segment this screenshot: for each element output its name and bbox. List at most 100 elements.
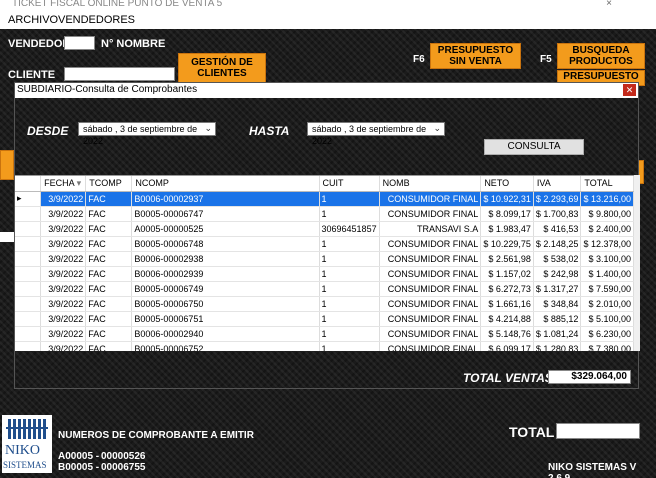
desde-date-value: sábado , 3 de septiembre de 2022 bbox=[83, 124, 198, 146]
cell-fecha: 3/9/2022 bbox=[40, 311, 87, 327]
row-selector[interactable] bbox=[15, 206, 42, 222]
cell-tcomp: FAC bbox=[85, 296, 133, 312]
row-selector[interactable] bbox=[15, 236, 42, 252]
main-close-icon[interactable]: × bbox=[606, 0, 612, 9]
nombre-label: N° NOMBRE bbox=[101, 38, 166, 50]
table-row[interactable]: 3/9/2022 FAC B0006-00002939 1 CONSUMIDOR FIN… bbox=[15, 266, 634, 282]
hasta-date-picker[interactable]: sábado , 3 de septiembre de 2022 ⌄ bbox=[307, 122, 445, 146]
cell-cuit: 1 bbox=[319, 311, 380, 327]
row-selector[interactable] bbox=[15, 251, 42, 267]
cell-iva: $ 348,84 bbox=[533, 296, 582, 312]
desde-date-picker[interactable]: sábado , 3 de septiembre de 2022 ⌄ bbox=[78, 122, 216, 146]
cell-nomb: CONSUMIDOR FINAL bbox=[379, 251, 482, 267]
cell-tcomp: FAC bbox=[85, 281, 133, 297]
cell-iva: $ 416,53 bbox=[533, 221, 582, 237]
cell-ncomp: A0005-00000525 bbox=[131, 221, 320, 237]
f5-label: F5 bbox=[540, 54, 552, 65]
table-row[interactable]: 3/9/2022 FAC A0005-00000525 30696451857 TRAN… bbox=[15, 221, 634, 237]
col-header-fecha[interactable]: FECHA ▾ bbox=[40, 176, 87, 192]
col-header-iva[interactable]: IVA bbox=[533, 176, 582, 192]
presupuesto-sin-venta-button[interactable]: PRESUPUESTO SIN VENTA bbox=[430, 43, 521, 69]
vendedor-input[interactable] bbox=[64, 36, 95, 50]
gestion-clientes-button[interactable]: GESTIÓN DE CLIENTES bbox=[178, 53, 266, 83]
cell-total: $ 6.230,00 bbox=[580, 326, 634, 342]
cell-cuit: 1 bbox=[319, 281, 380, 297]
col-header-tcomp[interactable]: TCOMP bbox=[85, 176, 133, 192]
numeros-label: NUMEROS DE COMPROBANTE A EMITIR bbox=[58, 430, 254, 441]
cell-fecha: 3/9/2022 bbox=[40, 296, 87, 312]
cell-nomb: CONSUMIDOR FINAL bbox=[379, 341, 482, 351]
row-selector[interactable] bbox=[15, 296, 42, 312]
cell-neto: $ 2.561,98 bbox=[480, 251, 534, 267]
col-header-cuit[interactable]: CUIT bbox=[319, 176, 380, 192]
cell-ncomp: B0005-00006752 bbox=[131, 341, 320, 351]
cell-cuit: 1 bbox=[319, 236, 380, 252]
cell-neto: $ 1.157,02 bbox=[480, 266, 534, 282]
cell-nomb: CONSUMIDOR FINAL bbox=[379, 206, 482, 222]
col-header-total[interactable]: TOTAL bbox=[580, 176, 634, 192]
hasta-label: HASTA bbox=[249, 124, 290, 138]
cell-cuit: 1 bbox=[319, 266, 380, 282]
dialog-title: SUBDIARIO-Consulta de Comprobantes bbox=[17, 84, 198, 95]
cell-neto: $ 4.214,88 bbox=[480, 311, 534, 327]
cell-total: $ 2.010,00 bbox=[580, 296, 634, 312]
chevron-down-icon: ⌄ bbox=[433, 123, 441, 133]
cell-tcomp: FAC bbox=[85, 326, 133, 342]
row-header-corner bbox=[15, 176, 42, 192]
table-row[interactable]: 3/9/2022 FAC B0005-00006748 1 CONSUMIDOR FIN… bbox=[15, 236, 634, 252]
cell-total: $ 5.100,00 bbox=[580, 311, 634, 327]
cell-iva: $ 1.081,24 bbox=[533, 326, 582, 342]
cell-iva: $ 242,98 bbox=[533, 266, 582, 282]
cell-iva: $ 2.148,25 bbox=[533, 236, 582, 252]
dialog-close-icon[interactable]: ✕ bbox=[623, 84, 636, 96]
row-selector[interactable]: ▸ bbox=[15, 191, 42, 207]
menu-archivo[interactable]: ARCHIVO bbox=[8, 14, 58, 26]
cell-nomb: CONSUMIDOR FINAL bbox=[379, 236, 482, 252]
comprobante-b-value: 00006755 bbox=[101, 462, 146, 473]
cell-cuit: 1 bbox=[319, 191, 380, 207]
subdiario-dialog: SUBDIARIO-Consulta de Comprobantes ✕ DES… bbox=[14, 82, 640, 389]
row-selector[interactable] bbox=[15, 281, 42, 297]
cell-nomb: CONSUMIDOR FINAL bbox=[379, 296, 482, 312]
cell-total: $ 2.400,00 bbox=[580, 221, 634, 237]
col-header-neto[interactable]: NETO bbox=[480, 176, 534, 192]
cliente-input[interactable] bbox=[64, 67, 175, 81]
table-row[interactable]: 3/9/2022 FAC B0005-00006751 1 CONSUMIDOR FIN… bbox=[15, 311, 634, 327]
cell-fecha: 3/9/2022 bbox=[40, 341, 87, 351]
cell-ncomp: B0005-00006749 bbox=[131, 281, 320, 297]
cell-fecha: 3/9/2022 bbox=[40, 251, 87, 267]
cell-cuit: 30696451857 bbox=[319, 221, 380, 237]
table-row[interactable]: ▸ 3/9/2022 FAC B0006-00002937 1 CONSUMIDOR FI… bbox=[15, 191, 634, 207]
cell-nomb: CONSUMIDOR FINAL bbox=[379, 266, 482, 282]
table-row[interactable]: 3/9/2022 FAC B0005-00006750 1 CONSUMIDOR FIN… bbox=[15, 296, 634, 312]
cell-neto: $ 10.229,75 bbox=[480, 236, 534, 252]
comprobantes-table: FECHA ▾ TCOMP NCOMP CUIT NOMB NETO IVA T… bbox=[15, 176, 634, 351]
row-selector[interactable] bbox=[15, 326, 42, 342]
consulta-button[interactable]: CONSULTA bbox=[484, 139, 584, 155]
table-row[interactable]: 3/9/2022 FAC B0005-00006752 1 CONSUMIDOR FIN… bbox=[15, 341, 634, 351]
col-header-nomb[interactable]: NOMB bbox=[379, 176, 482, 192]
cell-total: $ 9.800,00 bbox=[580, 206, 634, 222]
table-row[interactable]: 3/9/2022 FAC B0005-00006747 1 CONSUMIDOR FIN… bbox=[15, 206, 634, 222]
row-selector[interactable] bbox=[15, 311, 42, 327]
cell-tcomp: FAC bbox=[85, 311, 133, 327]
cell-total: $ 1.400,00 bbox=[580, 266, 634, 282]
row-selector[interactable] bbox=[15, 341, 42, 351]
comprobantes-grid[interactable]: FECHA ▾ TCOMP NCOMP CUIT NOMB NETO IVA T… bbox=[15, 175, 634, 351]
col-header-ncomp[interactable]: NCOMP bbox=[131, 176, 320, 192]
cell-neto: $ 1.983,47 bbox=[480, 221, 534, 237]
row-selector[interactable] bbox=[15, 221, 42, 237]
table-row[interactable]: 3/9/2022 FAC B0005-00006749 1 CONSUMIDOR FIN… bbox=[15, 281, 634, 297]
cell-tcomp: FAC bbox=[85, 341, 133, 351]
cell-total: $ 3.100,00 bbox=[580, 251, 634, 267]
busqueda-productos-button[interactable]: BUSQUEDA PRODUCTOS bbox=[557, 43, 645, 69]
total-value-box bbox=[556, 423, 640, 439]
cell-tcomp: FAC bbox=[85, 236, 133, 252]
table-row[interactable]: 3/9/2022 FAC B0006-00002940 1 CONSUMIDOR FIN… bbox=[15, 326, 634, 342]
menu-vendedores[interactable]: VENDEDORES bbox=[58, 14, 135, 26]
cell-fecha: 3/9/2022 bbox=[40, 191, 87, 207]
sort-arrow-icon: ▾ bbox=[76, 177, 82, 188]
row-selector[interactable] bbox=[15, 266, 42, 282]
grid-scrollbar[interactable] bbox=[634, 175, 640, 351]
table-row[interactable]: 3/9/2022 FAC B0006-00002938 1 CONSUMIDOR FIN… bbox=[15, 251, 634, 267]
